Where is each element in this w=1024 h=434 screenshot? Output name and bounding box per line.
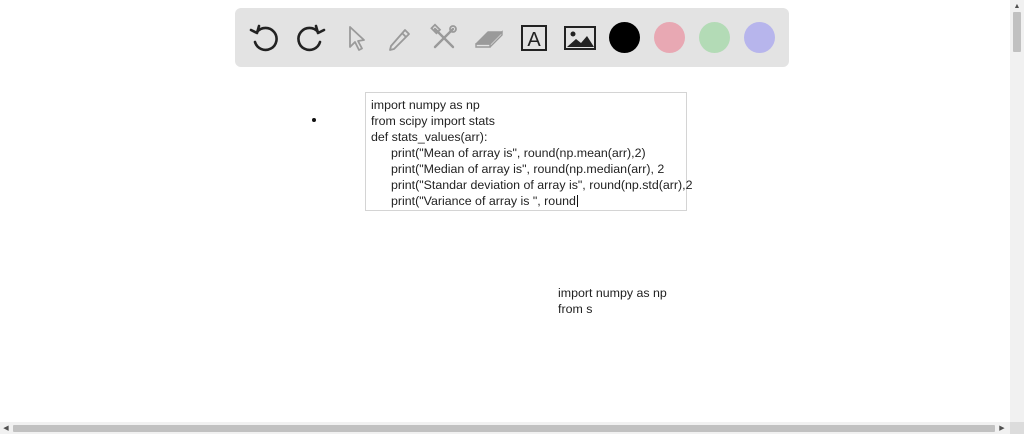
undo-icon	[249, 24, 278, 52]
code-text-box[interactable]: import numpy as np from scipy import sta…	[365, 92, 693, 211]
scroll-right-arrow-icon[interactable]: ▶	[996, 422, 1008, 434]
scrollbar-corner	[1010, 422, 1024, 434]
code-line: import numpy as np	[371, 98, 480, 112]
redo-button[interactable]	[290, 18, 330, 58]
horizontal-scrollbar[interactable]: ◀ ▶	[0, 422, 1010, 434]
image-button[interactable]	[560, 18, 600, 58]
vertical-scrollbar[interactable]: ▲	[1010, 0, 1024, 422]
drawing-toolbar: A	[235, 8, 789, 67]
code-line: print("Standar deviation of array is", r…	[391, 178, 693, 192]
redo-icon	[297, 24, 326, 52]
pencil-icon	[389, 29, 410, 51]
code-line: print("Median of array is", round(np.med…	[391, 162, 665, 176]
ink-dot	[312, 118, 316, 122]
pointer-button[interactable]	[335, 18, 375, 58]
canvas-text-line: import numpy as np	[558, 286, 667, 300]
text-caret	[576, 195, 579, 207]
color-swatch-pink[interactable]	[654, 22, 685, 53]
code-line: print("Mean of array is", round(np.mean(…	[391, 146, 646, 160]
code-line-text: print("Variance of array is ", round	[391, 194, 576, 208]
eraser-button[interactable]	[469, 18, 509, 58]
text-box-icon: A	[521, 25, 547, 51]
image-icon	[564, 26, 596, 50]
pointer-icon	[349, 26, 365, 51]
color-swatch-black[interactable]	[609, 22, 640, 53]
eraser-icon	[475, 30, 503, 48]
undo-button[interactable]	[245, 18, 285, 58]
code-line: def stats_values(arr):	[371, 130, 488, 144]
tools-icon	[430, 23, 457, 49]
color-swatch-lavender[interactable]	[744, 22, 775, 53]
code-line: from scipy import stats	[371, 114, 495, 128]
canvas-text-line: from s	[558, 302, 593, 316]
code-line-active: print("Variance of array is ", round	[391, 193, 579, 209]
scroll-up-arrow-icon[interactable]: ▲	[1010, 0, 1024, 12]
color-swatch-green[interactable]	[699, 22, 730, 53]
text-box-button[interactable]: A	[514, 18, 554, 58]
tools-button[interactable]	[424, 18, 464, 58]
text-box-glyph: A	[527, 29, 541, 51]
pencil-button[interactable]	[379, 18, 419, 58]
horizontal-scroll-thumb[interactable]	[13, 425, 995, 432]
scroll-left-arrow-icon[interactable]: ◀	[0, 422, 12, 434]
vertical-scroll-thumb[interactable]	[1013, 12, 1021, 52]
